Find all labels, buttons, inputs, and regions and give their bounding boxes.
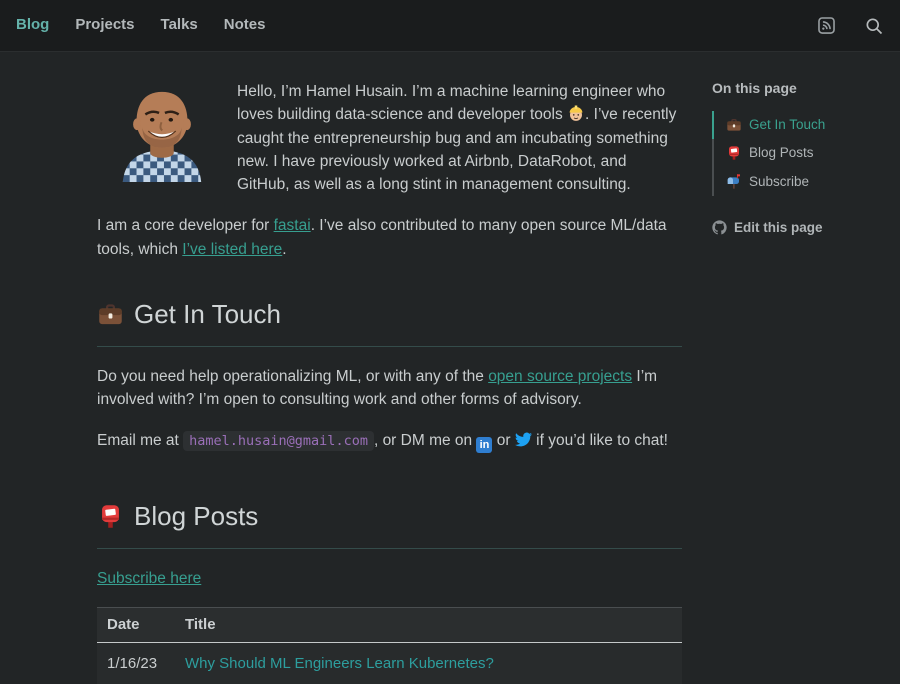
blog-posts-heading-text: Blog Posts [134,497,258,536]
toc-item-label: Get In Touch [749,115,825,135]
email-address[interactable]: hamel.husain@gmail.com [183,431,374,451]
toc-item-label: Subscribe [749,172,809,192]
postbox-emoji [726,145,742,161]
table-header-row: Date Title [97,607,682,643]
table-row: 1/16/23 Why Should ML Engineers Learn Ku… [97,643,682,684]
construction-worker-emoji [567,104,585,122]
top-navbar: Blog Projects Talks Notes [0,0,900,52]
toc-item-subscribe[interactable]: Subscribe [712,168,897,196]
consulting-text-1: Do you need help operationalizing ML, or… [97,368,488,385]
briefcase-emoji [726,117,742,133]
title-column-header: Title [175,607,682,643]
get-in-touch-heading: Get In Touch [97,295,682,347]
rss-icon[interactable] [817,16,836,35]
blog-posts-table: Date Title 1/16/23 Why Should ML Enginee… [97,607,682,684]
edit-link-label: Edit this page [734,218,823,238]
toc-sidebar: On this page Get In Touch Blog Posts Sub… [712,52,897,684]
postbox-emoji [97,503,124,530]
listed-here-link[interactable]: I’ve listed here [182,241,282,258]
mailbox-emoji [726,174,742,190]
toc-item-blog-posts[interactable]: Blog Posts [712,139,897,167]
toc-title: On this page [712,78,897,99]
oss-paragraph: I am a core developer for fastai. I’ve a… [97,214,682,261]
subscribe-here-link[interactable]: Subscribe here [97,570,201,587]
intro-block: Hello, I’m Hamel Husain. I’m a machine l… [97,80,682,196]
get-in-touch-heading-text: Get In Touch [134,295,281,334]
main-content: Hello, I’m Hamel Husain. I’m a machine l… [97,52,682,684]
date-column-header: Date [97,607,175,643]
nav-links: Blog Projects Talks Notes [16,14,278,37]
profile-photo [109,86,215,182]
intro-paragraph: Hello, I’m Hamel Husain. I’m a machine l… [237,80,682,196]
toc-item-get-in-touch[interactable]: Get In Touch [712,111,897,139]
post-title-link[interactable]: Why Should ML Engineers Learn Kubernetes… [185,655,494,672]
twitter-icon[interactable] [515,431,532,448]
linkedin-icon[interactable]: in [476,437,492,453]
subscribe-paragraph: Subscribe here [97,567,682,590]
oss-text-3: . [282,241,286,258]
email-text-1: Email me at [97,432,183,449]
open-source-projects-link[interactable]: open source projects [488,368,632,385]
blog-posts-heading: Blog Posts [97,497,682,549]
nav-item-talks[interactable]: Talks [148,14,211,37]
edit-this-page-link[interactable]: Edit this page [712,218,897,238]
briefcase-emoji [97,301,124,328]
email-paragraph: Email me at hamel.husain@gmail.com, or D… [97,429,682,453]
email-text-2: , or DM me on [374,432,477,449]
post-date: 1/16/23 [97,643,175,684]
search-icon[interactable] [864,16,884,36]
nav-item-blog[interactable]: Blog [16,14,62,37]
toc-list: Get In Touch Blog Posts Subscribe [712,111,897,196]
page-body: Hello, I’m Hamel Husain. I’m a machine l… [0,52,900,684]
consulting-paragraph: Do you need help operationalizing ML, or… [97,365,682,412]
toc-item-label: Blog Posts [749,143,814,163]
fastai-link[interactable]: fastai [274,217,311,234]
oss-text-1: I am a core developer for [97,217,274,234]
nav-item-projects[interactable]: Projects [62,14,147,37]
email-text-4: if you’d like to chat! [532,432,668,449]
nav-item-notes[interactable]: Notes [211,14,279,37]
email-text-3: or [492,432,514,449]
github-icon [712,220,727,235]
